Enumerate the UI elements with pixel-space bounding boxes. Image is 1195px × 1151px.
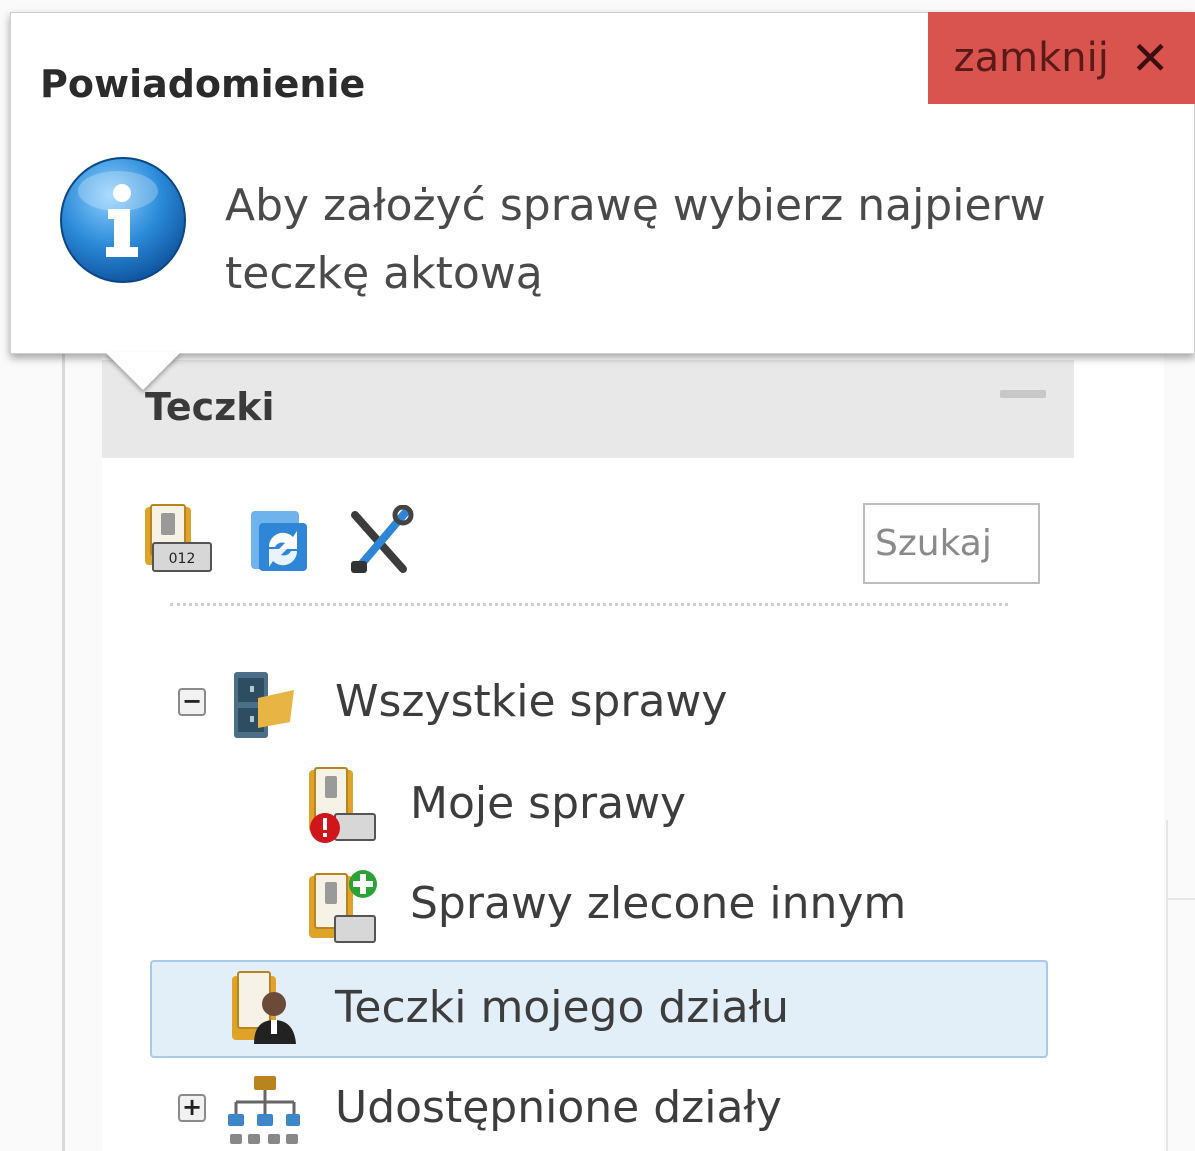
svg-text:012: 012 [169,551,196,567]
right-divider-horizontal [1166,898,1195,900]
close-button[interactable]: zamknij ✕ [928,12,1195,104]
tree-item-label: Sprawy zlecone innym [410,877,907,929]
tree-item-all-cases[interactable]: Wszystkie sprawy [335,656,727,746]
right-divider [1166,820,1168,1151]
tree-item-label: Wszystkie sprawy [335,675,728,727]
filing-cabinet-icon [234,672,294,738]
tree-item-label: Teczki mojego działu [335,981,789,1033]
search-input[interactable] [863,503,1040,584]
notification-pointer [105,352,181,390]
tree-item-department-folders[interactable]: Teczki mojego działu [335,962,789,1052]
refresh-icon[interactable] [245,505,315,577]
close-label: zamknij [953,35,1109,81]
tree-item-label: Udostępnione działy [335,1081,782,1133]
tree-item-label: Moje sprawy [410,777,687,829]
tree-item-delegated-cases[interactable]: Sprawy zlecone innym [410,858,906,948]
collapse-panel-icon[interactable] [1000,390,1046,398]
left-divider [62,340,65,1151]
notification-message: Aby założyć sprawę wybierz najpierw tecz… [225,180,1046,299]
case-folder-icon[interactable]: 012 [143,503,213,575]
tree-item-shared-departments[interactable]: Udostępnione działy [335,1062,782,1151]
notification-title: Powiadomienie [40,62,366,106]
collapse-toggle-icon[interactable]: − [178,688,206,716]
folders-panel-title: Teczki [145,385,275,429]
folder-add-icon [309,870,377,943]
close-icon: ✕ [1130,31,1170,85]
folder-alert-icon [309,767,376,843]
expand-toggle-icon[interactable]: + [178,1094,206,1122]
folder-user-icon [232,971,296,1044]
org-chart-icon [228,1076,300,1144]
toolbar-separator [170,603,1008,606]
tree-item-my-cases[interactable]: Moje sprawy [410,758,686,848]
info-icon [60,157,186,283]
settings-tools-icon[interactable] [345,505,415,577]
